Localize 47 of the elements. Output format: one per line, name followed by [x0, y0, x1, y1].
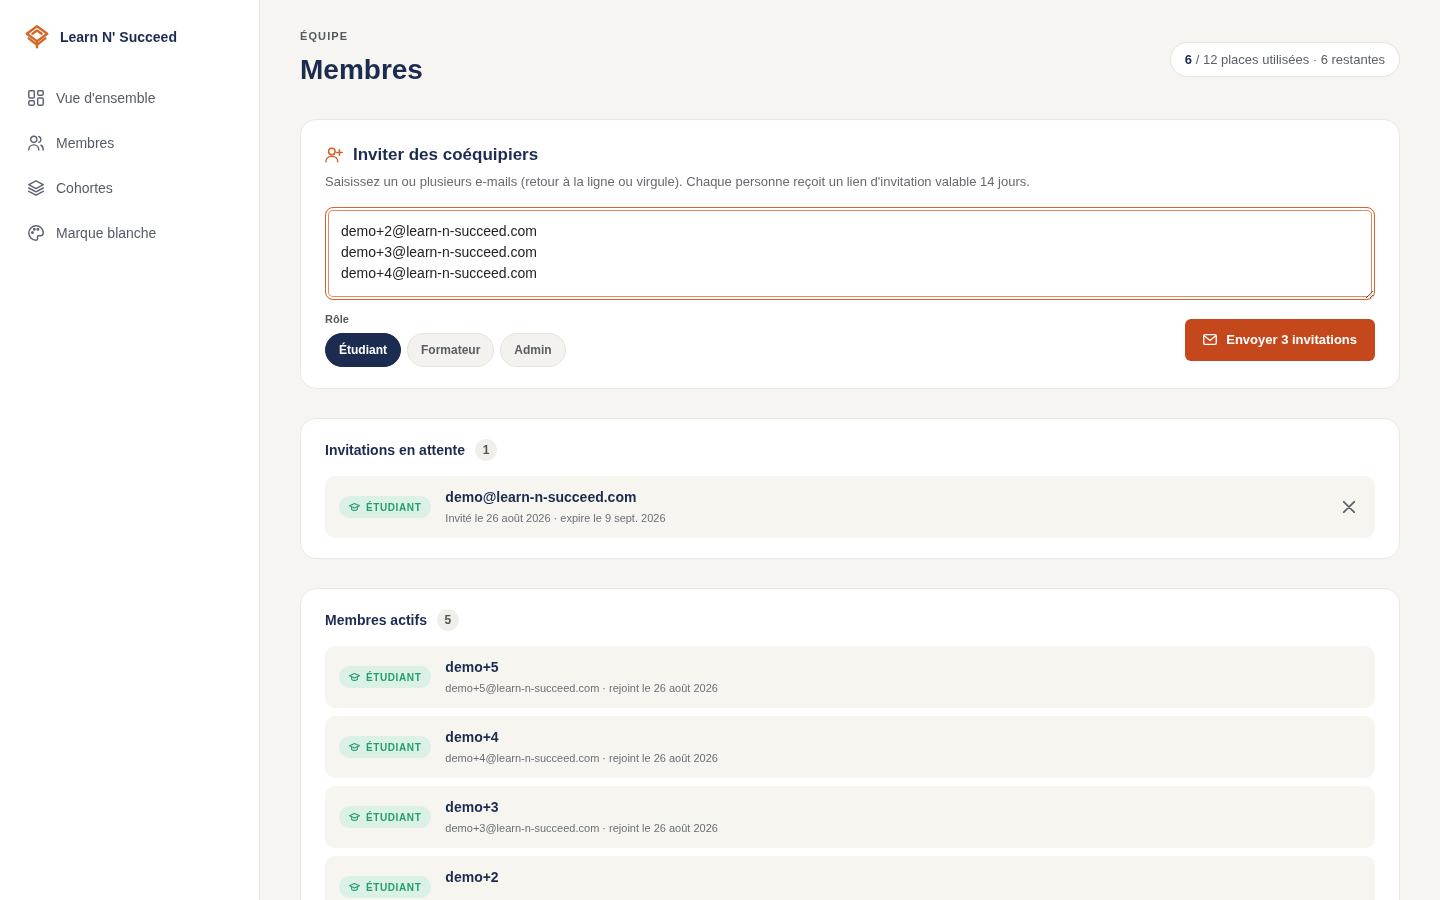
graduation-cap-icon — [349, 813, 360, 821]
role-option[interactable]: Formateur — [407, 333, 495, 367]
role-label: ÉTUDIANT — [366, 881, 422, 893]
page-title: Membres — [300, 53, 423, 87]
graduation-cap-icon — [349, 743, 360, 751]
member-name: demo+3 — [445, 798, 500, 817]
sidebar-nav-item[interactable]: Membres — [16, 125, 243, 161]
invitation-meta: Invité le 26 août 2026 · expire le 9 sept. 2026 — [445, 511, 667, 526]
member-meta: demo+5@learn-n-succeed.com · rejoint le 26 août 2026 — [445, 681, 719, 696]
role-label: ÉTUDIANT — [366, 811, 422, 823]
role-label: ÉTUDIANT — [366, 501, 422, 513]
users-icon — [28, 135, 44, 151]
member-name: demo+4 — [445, 728, 500, 747]
graduation-cap-icon — [349, 503, 360, 511]
card-title: Inviter des coéquipiers — [353, 144, 539, 166]
field-label: Rôle — [325, 312, 350, 326]
member-name: demo+2 — [445, 868, 500, 887]
brand-name: Learn N' Succeed — [60, 29, 177, 45]
invitee-email: demo@learn-n-succeed.com — [445, 488, 638, 507]
section-title: Membres actifs — [325, 611, 427, 630]
send-invitations-button[interactable]: Envoyer 3 invitations — [1185, 318, 1375, 361]
layers-icon — [28, 180, 44, 196]
member-meta: demo+4@learn-n-succeed.com · rejoint le 26 août 2026 — [445, 751, 719, 766]
role-label: ÉTUDIANT — [366, 671, 422, 683]
section-title: Invitations en attente — [325, 441, 466, 460]
role-label: ÉTUDIANT — [366, 741, 422, 753]
graduation-cap-icon — [349, 673, 360, 681]
member-name: demo+5 — [445, 658, 500, 677]
grid-icon — [28, 90, 44, 106]
member-meta: demo+3@learn-n-succeed.com · rejoint le 26 août 2026 — [445, 821, 719, 836]
graduation-cap-icon — [349, 883, 360, 891]
card-description: Saisissez un ou plusieurs e-mails (retour à la ligne ou virgule). Chaque personne reçoit un lien d'invitation valable 14 jours. — [325, 173, 1031, 191]
user-plus-icon — [325, 147, 343, 163]
email-textarea[interactable]: demo+2@learn-n-succeed.com demo+3@learn-n-succeed.com demo+4@learn-n-succeed.com — [325, 207, 1375, 300]
palette-icon — [28, 225, 44, 241]
role-option[interactable]: Étudiant — [325, 333, 401, 367]
count-badge: 1 — [475, 439, 498, 461]
section-eyebrow: ÉQUIPE — [300, 29, 350, 44]
sidebar-nav-item[interactable]: Vue d'ensemble — [16, 80, 243, 116]
role-option[interactable]: Admin — [500, 333, 566, 367]
sidebar-nav-item[interactable]: Cohortes — [16, 170, 243, 206]
seat-usage-badge: 6 / 12 places utilisées · 6 restantes — [1169, 42, 1400, 77]
mail-icon — [1203, 334, 1218, 345]
count-badge: 5 — [436, 609, 459, 631]
logo-icon — [24, 24, 50, 50]
close-icon — [1343, 501, 1355, 513]
sidebar-nav-item[interactable]: Marque blanche — [16, 215, 243, 251]
